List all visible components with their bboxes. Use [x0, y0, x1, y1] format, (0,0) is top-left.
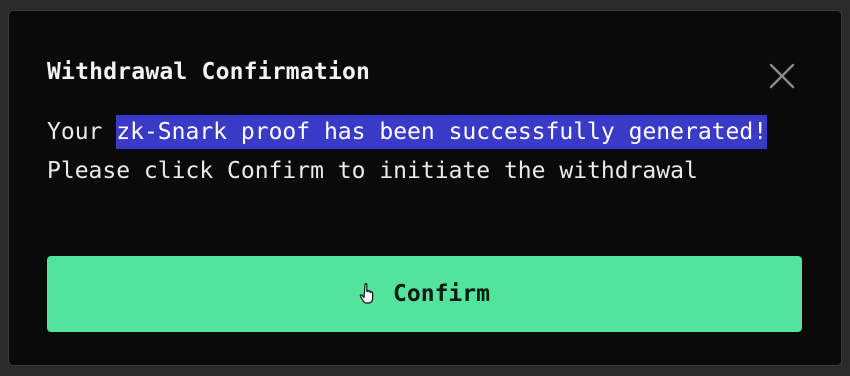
message-highlighted-text: zk-Snark proof has been successfully gen… [116, 115, 768, 149]
close-button[interactable] [765, 59, 799, 93]
dialog-title: Withdrawal Confirmation [47, 59, 371, 85]
close-icon [769, 63, 795, 89]
confirm-button[interactable]: Confirm [47, 256, 802, 332]
message-prefix: Your [47, 119, 117, 145]
dialog-message: Your zk-Snark proof has been successfull… [47, 113, 817, 191]
withdrawal-confirmation-dialog: Withdrawal Confirmation Your zk-Snark pr… [8, 10, 842, 366]
confirm-button-label: Confirm [393, 281, 490, 307]
message-suffix: Please click Confirm to initiate the wit… [47, 158, 698, 184]
hand-cursor-icon [359, 283, 374, 304]
